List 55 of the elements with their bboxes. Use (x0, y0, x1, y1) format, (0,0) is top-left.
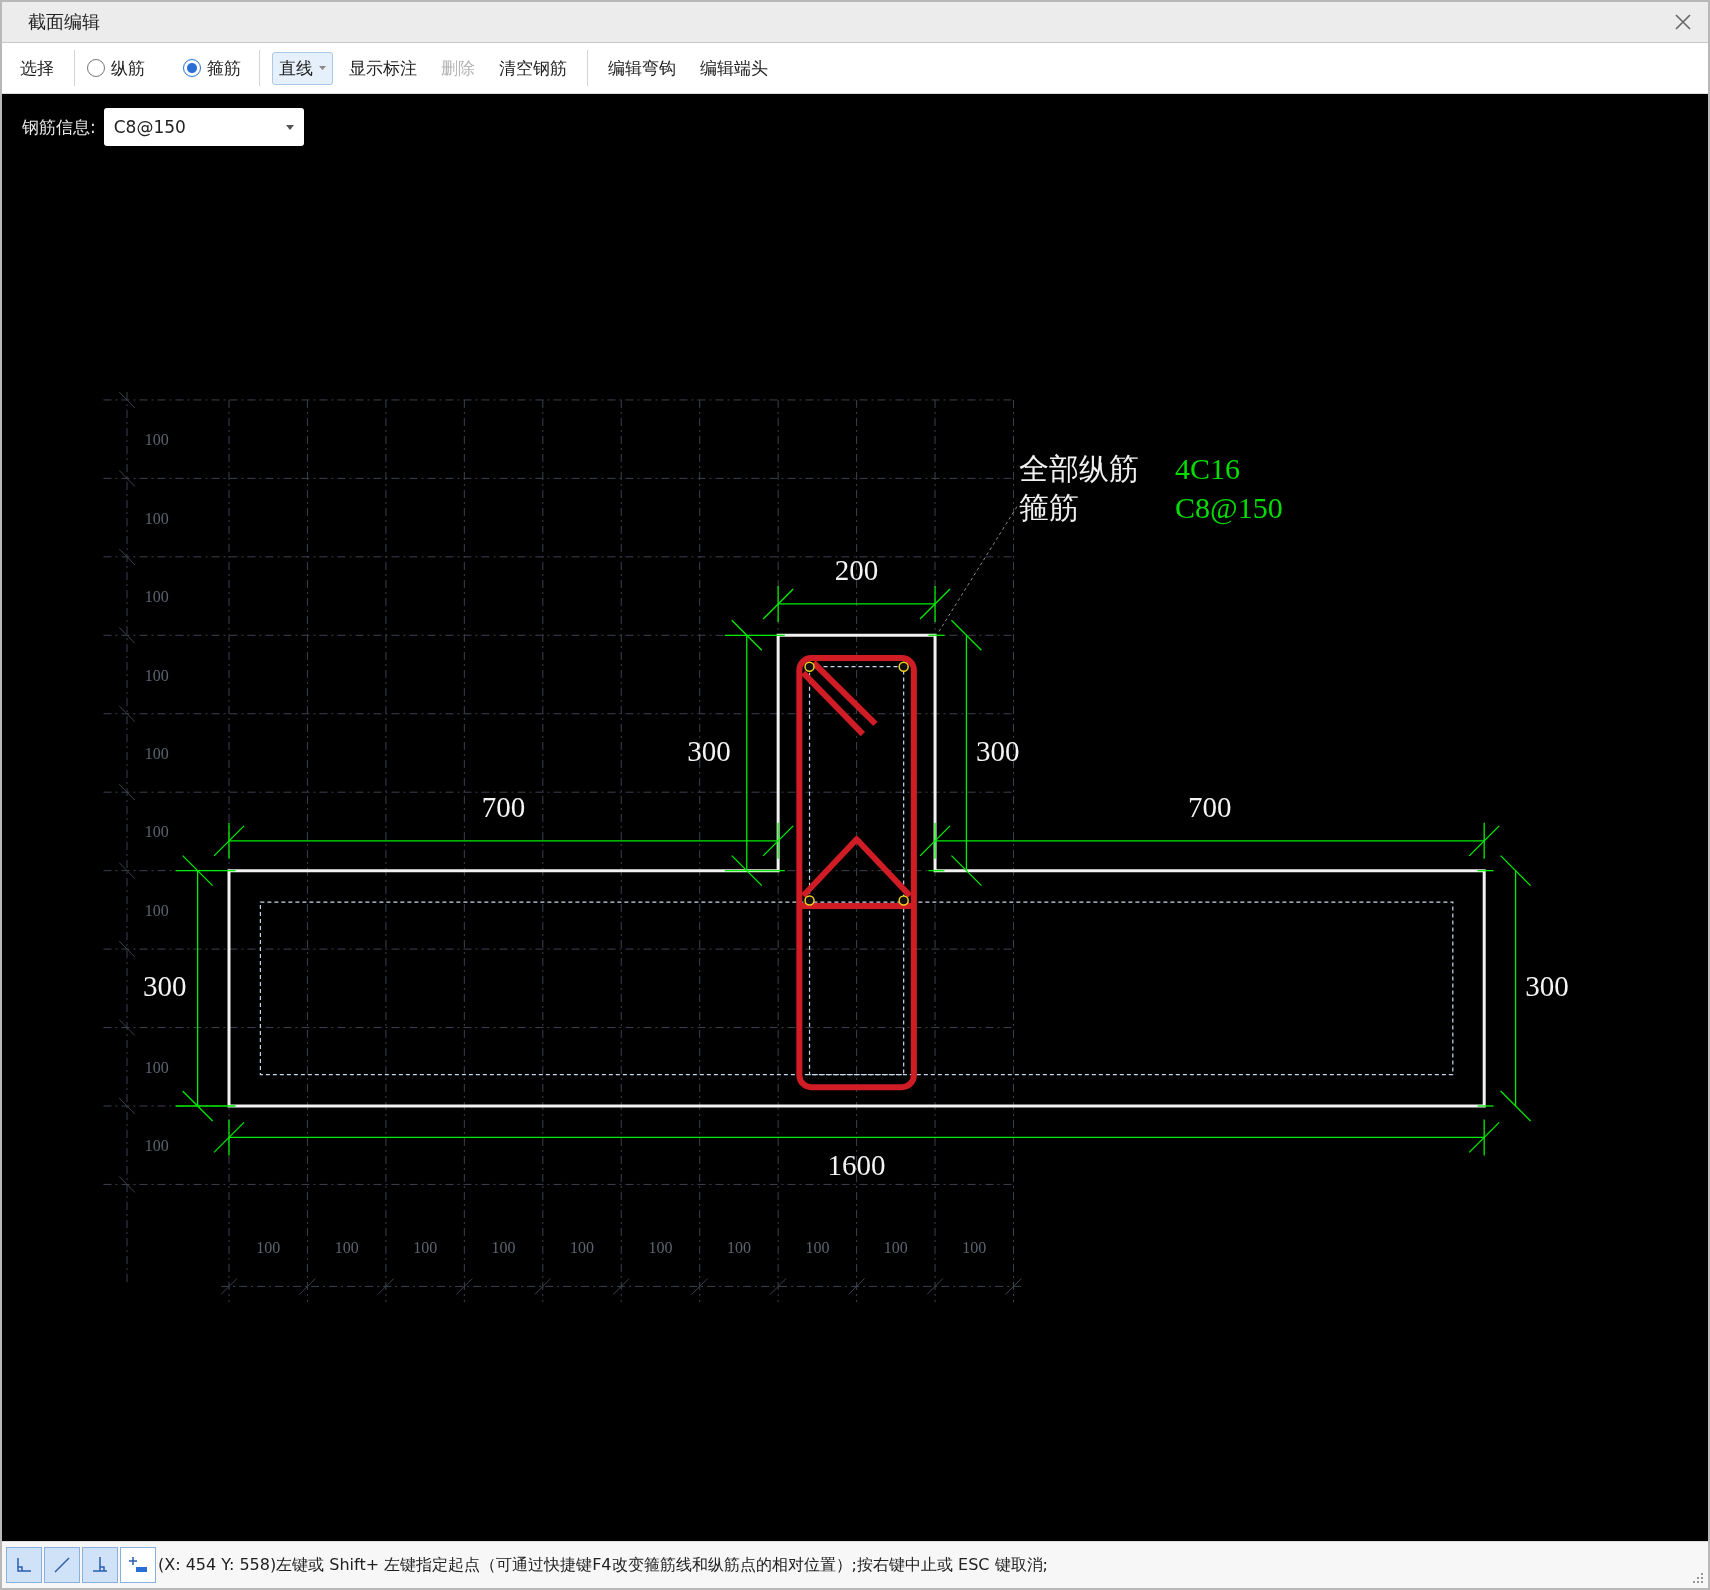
radio-button[interactable]: 纵筋 (87, 56, 173, 80)
dimension-text: 700 (1187, 791, 1232, 824)
grid-label: 100 (144, 823, 169, 841)
window-title: 截面编辑 (28, 10, 101, 34)
snap-tool-button[interactable] (44, 1547, 80, 1583)
grid-label: 100 (144, 666, 169, 684)
dimension-text: 300 (976, 734, 1020, 767)
rebar-info-label: 钢筋信息: (22, 115, 96, 139)
radio-label[interactable]: 箍筋 (207, 56, 241, 80)
snap-tool-button[interactable] (120, 1547, 156, 1583)
dimension-text: 300 (1525, 970, 1569, 1003)
toolbar-button[interactable]: 编辑端头 (690, 52, 778, 84)
rebar-info-dropdown[interactable]: C8@150 (103, 108, 304, 146)
grid-label: 100 (144, 1137, 169, 1155)
grid-label: 100 (570, 1239, 595, 1257)
snap-tool-button[interactable] (6, 1547, 42, 1583)
radio-circle[interactable] (183, 59, 201, 77)
annotation-label: 箍筋 (1019, 490, 1079, 525)
radio-button[interactable]: 箍筋 (183, 56, 245, 80)
grid-label: 100 (883, 1239, 908, 1257)
snap-tool-button[interactable] (82, 1547, 118, 1583)
toolbar-button[interactable]: 编辑弯钩 (598, 52, 686, 84)
caret-icon (285, 124, 294, 130)
dimension-text: 200 (834, 554, 879, 587)
grid-label: 100 (334, 1239, 359, 1257)
grid-label: 100 (144, 431, 169, 449)
grid-label: 100 (726, 1239, 751, 1257)
grid-label: 100 (144, 744, 169, 762)
grid-label: 100 (144, 901, 169, 919)
grid-label: 100 (256, 1239, 281, 1257)
grid-label: 100 (413, 1239, 438, 1257)
dimension-text: 300 (142, 970, 187, 1003)
grid-label: 100 (144, 509, 169, 527)
line-type-dropdown[interactable]: 直线 (272, 51, 333, 85)
annotation-label: 全部纵筋 (1019, 451, 1139, 486)
toolbar-button[interactable]: 选择 (10, 52, 64, 84)
resize-grip-icon[interactable] (1692, 1572, 1704, 1584)
grid-label: 100 (962, 1239, 987, 1257)
annotation-value: C8@150 (1175, 491, 1283, 524)
toolbar-button[interactable]: 显示标注 (339, 52, 427, 84)
grid-label: 100 (144, 1058, 169, 1076)
grid-label: 100 (144, 588, 169, 606)
grid-label: 100 (805, 1239, 830, 1257)
status-message: (X: 454 Y: 558)左键或 Shift+ 左键指定起点（可通过快捷键F4改变箍筋线和纵筋点的相对位置）;按右键中止或 ESC 键取消; (158, 1554, 1049, 1576)
dimension-text: 700 (481, 791, 526, 824)
dimension-text: 300 (687, 734, 731, 767)
grid-label: 100 (491, 1239, 516, 1257)
close-icon[interactable] (1674, 13, 1692, 31)
radio-label[interactable]: 纵筋 (111, 56, 145, 80)
grid-label: 100 (648, 1239, 673, 1257)
toolbar-button[interactable]: 清空钢筋 (489, 52, 577, 84)
caret-icon (319, 66, 326, 70)
dimension-text: 1600 (827, 1149, 886, 1182)
radio-circle[interactable] (87, 59, 105, 77)
annotation-value: 4C16 (1175, 452, 1240, 485)
